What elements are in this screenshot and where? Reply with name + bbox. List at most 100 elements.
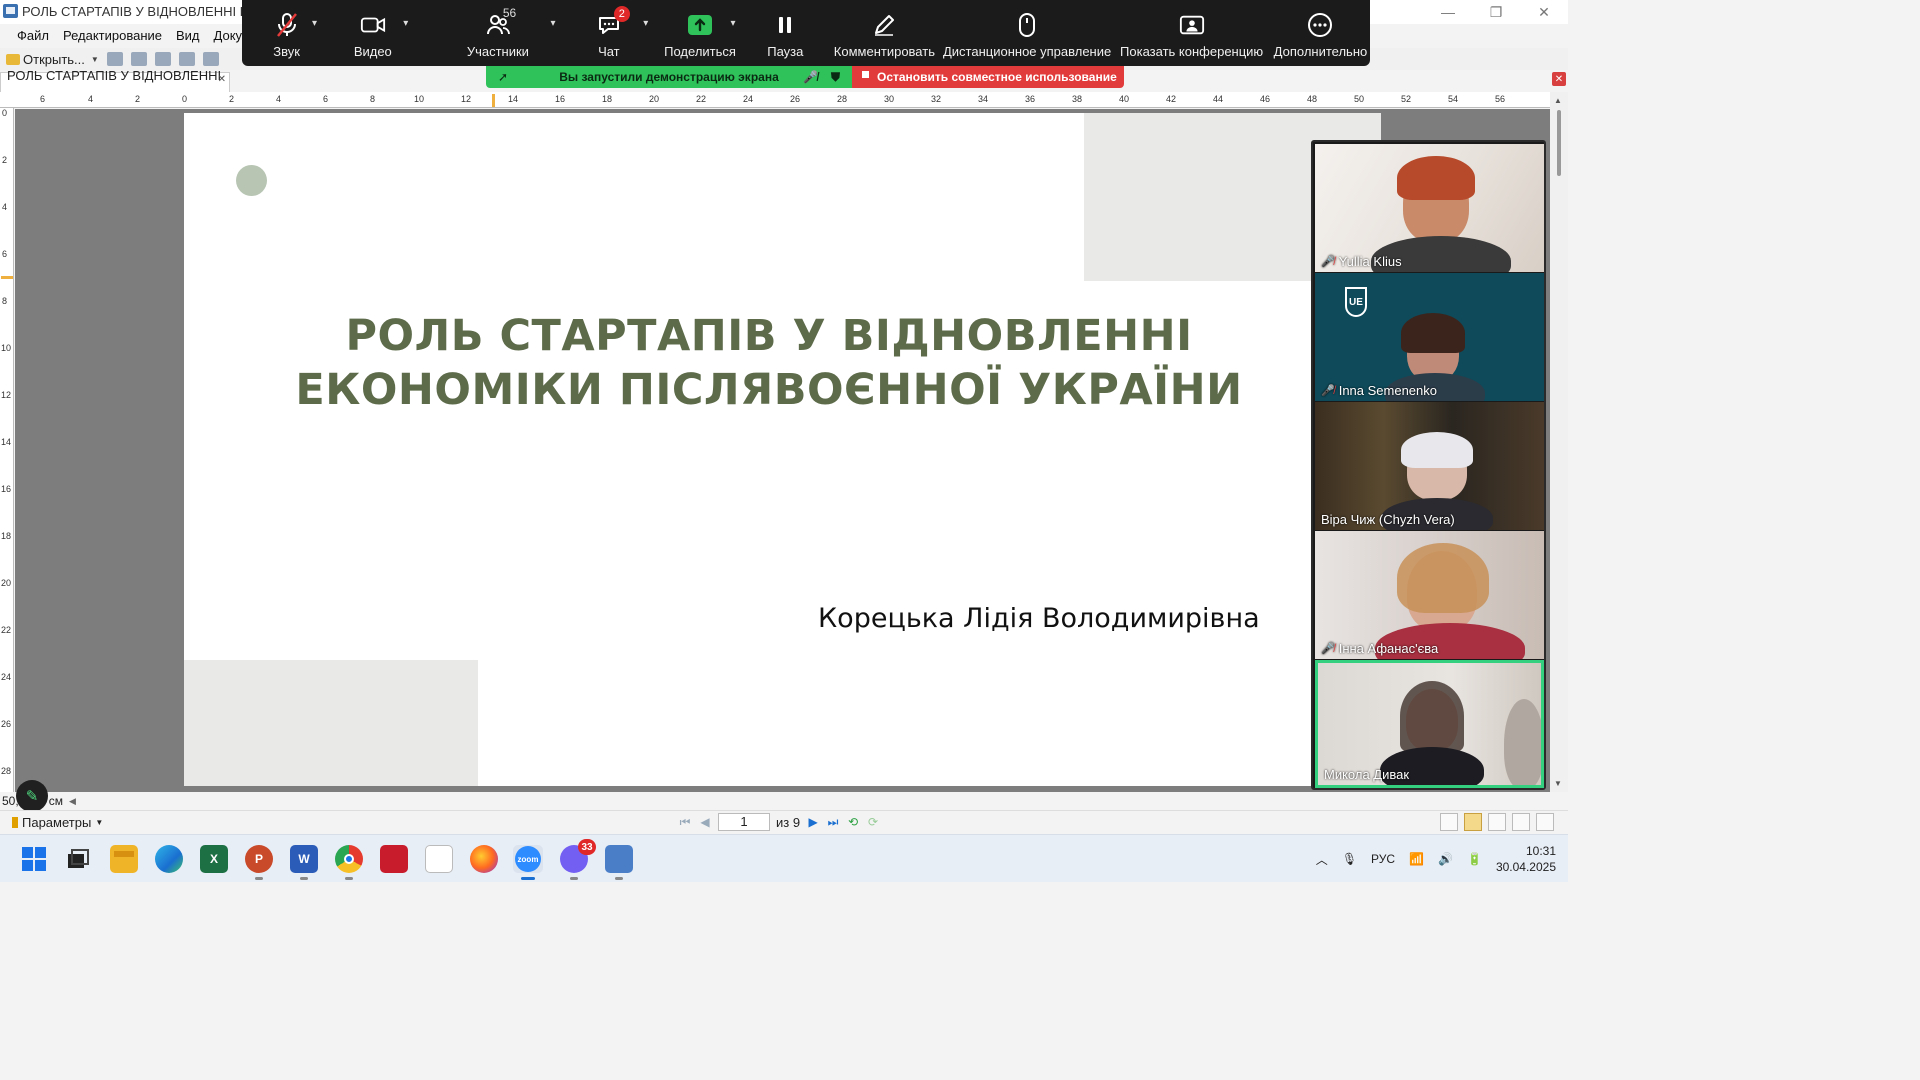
participant-video-figure [1397,543,1489,613]
svg-text:40: 40 [1119,94,1129,104]
next-page-icon[interactable]: ▶ [806,815,820,829]
zoom-annotate-button[interactable]: Комментировать [827,0,942,66]
word-icon[interactable]: W [290,845,318,880]
tools-icon[interactable] [1536,813,1554,831]
back-icon[interactable]: ⟲ [846,815,860,829]
start-button[interactable] [20,845,48,873]
minimize-button[interactable]: — [1424,0,1472,24]
continuous-view-icon[interactable] [1464,813,1482,831]
svg-text:20: 20 [1,578,11,588]
blank-document-icon[interactable] [425,845,453,873]
file-explorer-icon[interactable] [110,845,138,873]
participants-icon: 56 [485,6,516,38]
email-icon[interactable] [154,52,171,66]
firefox-icon[interactable] [470,845,498,873]
clock[interactable]: 10:31 30.04.2025 [1496,843,1556,875]
vertical-scrollbar[interactable]: ▲ ▼ [1550,92,1568,792]
scroll-left-icon[interactable]: ◀ [69,796,76,807]
show-hidden-icons-icon[interactable]: ︿ [1316,851,1328,868]
clock-date: 30.04.2025 [1495,860,1556,874]
first-page-icon[interactable]: ⏮ [678,815,692,829]
save-icon[interactable] [106,52,123,66]
scan-icon[interactable] [178,52,195,66]
participants-count: 56 [502,6,517,20]
svg-text:48: 48 [1307,94,1317,104]
svg-text:4: 4 [276,94,281,104]
previous-page-icon[interactable]: ◀ [698,815,712,829]
svg-text:32: 32 [931,94,941,104]
task-view-button[interactable] [64,845,92,873]
restore-button[interactable]: ❐ [1472,0,1520,24]
two-page-view-icon[interactable] [1488,813,1506,831]
open-file-button[interactable]: Открыть... ▼ [6,52,99,67]
menu-edit[interactable]: Редактирование [63,28,162,43]
document-tab[interactable]: РОЛЬ СТАРТАПІВ У ВІДНОВЛЕННІ ... ✕ [0,68,230,98]
zoom-more-button[interactable]: Дополнительно [1271,0,1370,66]
chevron-down-icon[interactable]: ▾ [730,18,735,29]
zoom-show-meeting-button[interactable]: Показать конференцию [1112,0,1271,66]
zoom-app-button[interactable]: zoom [513,845,543,880]
close-tab-icon[interactable]: ✕ [218,74,226,85]
more-options-icon [1307,12,1333,38]
svg-text:22: 22 [696,94,706,104]
fit-view-icon[interactable] [1512,813,1530,831]
video-tile[interactable]: Віра Чиж (Chyzh Vera) [1315,402,1544,530]
svg-text:8: 8 [2,296,7,306]
mic-muted-icon[interactable]: 🎤̸ [803,70,818,84]
battery-icon[interactable]: 🔋 [1467,852,1482,866]
scroll-down-icon[interactable]: ▼ [1554,779,1562,788]
excel-icon[interactable]: X [200,845,228,873]
edge-browser-icon[interactable] [155,845,183,873]
chrome-icon[interactable] [335,845,363,880]
annotation-pen-button[interactable]: ✎ [16,780,48,812]
parameters-menu[interactable]: Параметры ▼ [12,815,103,830]
clock-time: 10:31 [1525,844,1556,858]
svg-text:10: 10 [1,343,11,353]
svg-text:2: 2 [135,94,140,104]
chevron-down-icon[interactable]: ▾ [312,18,317,29]
video-tile[interactable]: UE 🎤̸ Inna Semenenko [1315,273,1544,401]
powerpoint-icon[interactable]: P [245,845,273,880]
zoom-remote-control-button[interactable]: Дистанционное управление [942,0,1112,66]
menu-view[interactable]: Вид [176,28,200,43]
video-tile[interactable]: 🎤̸ Yullia Klius [1315,144,1544,272]
pdf-viewer-icon[interactable] [380,845,408,873]
svg-text:16: 16 [1,484,11,494]
svg-text:12: 12 [1,390,11,400]
last-page-icon[interactable]: ⏭ [826,815,840,829]
wifi-icon[interactable]: 📶 [1409,852,1424,866]
zoom-pause-share-button[interactable]: Пауза [744,0,827,66]
video-tile-active-speaker[interactable]: Микола Дивак [1315,660,1544,788]
ocr-icon[interactable] [202,52,219,66]
stop-share-button[interactable]: Остановить совместное использование [852,66,1124,88]
video-tile[interactable]: 🎤̸ Інна Афанас'єва [1315,531,1544,659]
windows-taskbar: X P W zoom 33 ︿ 🎙 РУС 📶 🔊 🔋 10:31 30.04.… [0,834,1568,882]
current-page-input[interactable]: 1 [718,813,770,831]
zoom-video-button[interactable]: ▾ Видео [331,0,414,66]
microphone-icon[interactable]: 🎙 [1342,852,1357,866]
viber-icon[interactable]: 33 [560,839,596,880]
scrollbar-thumb[interactable] [1557,110,1561,176]
close-document-icon[interactable]: ✕ [1552,72,1566,86]
chevron-down-icon[interactable]: ▾ [550,18,555,29]
zoom-show-meeting-label: Показать конференцию [1120,44,1264,59]
forward-icon[interactable]: ⟳ [866,815,880,829]
print-icon[interactable] [130,52,147,66]
single-page-view-icon[interactable] [1440,813,1458,831]
zoom-audio-button[interactable]: ▾ Звук [242,0,331,66]
pdf-editor-icon[interactable] [605,845,633,880]
input-language[interactable]: РУС [1371,852,1395,866]
svg-text:36: 36 [1025,94,1035,104]
chevron-down-icon[interactable]: ▾ [403,18,408,29]
svg-text:18: 18 [1,531,11,541]
security-shield-icon[interactable]: ⛊ [831,70,840,85]
zoom-participants-button[interactable]: 56 ▾ Участники [434,0,561,66]
zoom-share-button[interactable]: ▾ Поделиться [656,0,743,66]
close-window-button[interactable]: ✕ [1520,0,1568,24]
zoom-chat-button[interactable]: 2 ▾ Чат [561,0,656,66]
chevron-down-icon[interactable]: ▾ [643,18,648,29]
volume-icon[interactable]: 🔊 [1438,852,1453,866]
menu-file[interactable]: Файл [17,28,49,43]
scroll-up-icon[interactable]: ▲ [1554,96,1562,105]
svg-text:4: 4 [2,202,7,212]
